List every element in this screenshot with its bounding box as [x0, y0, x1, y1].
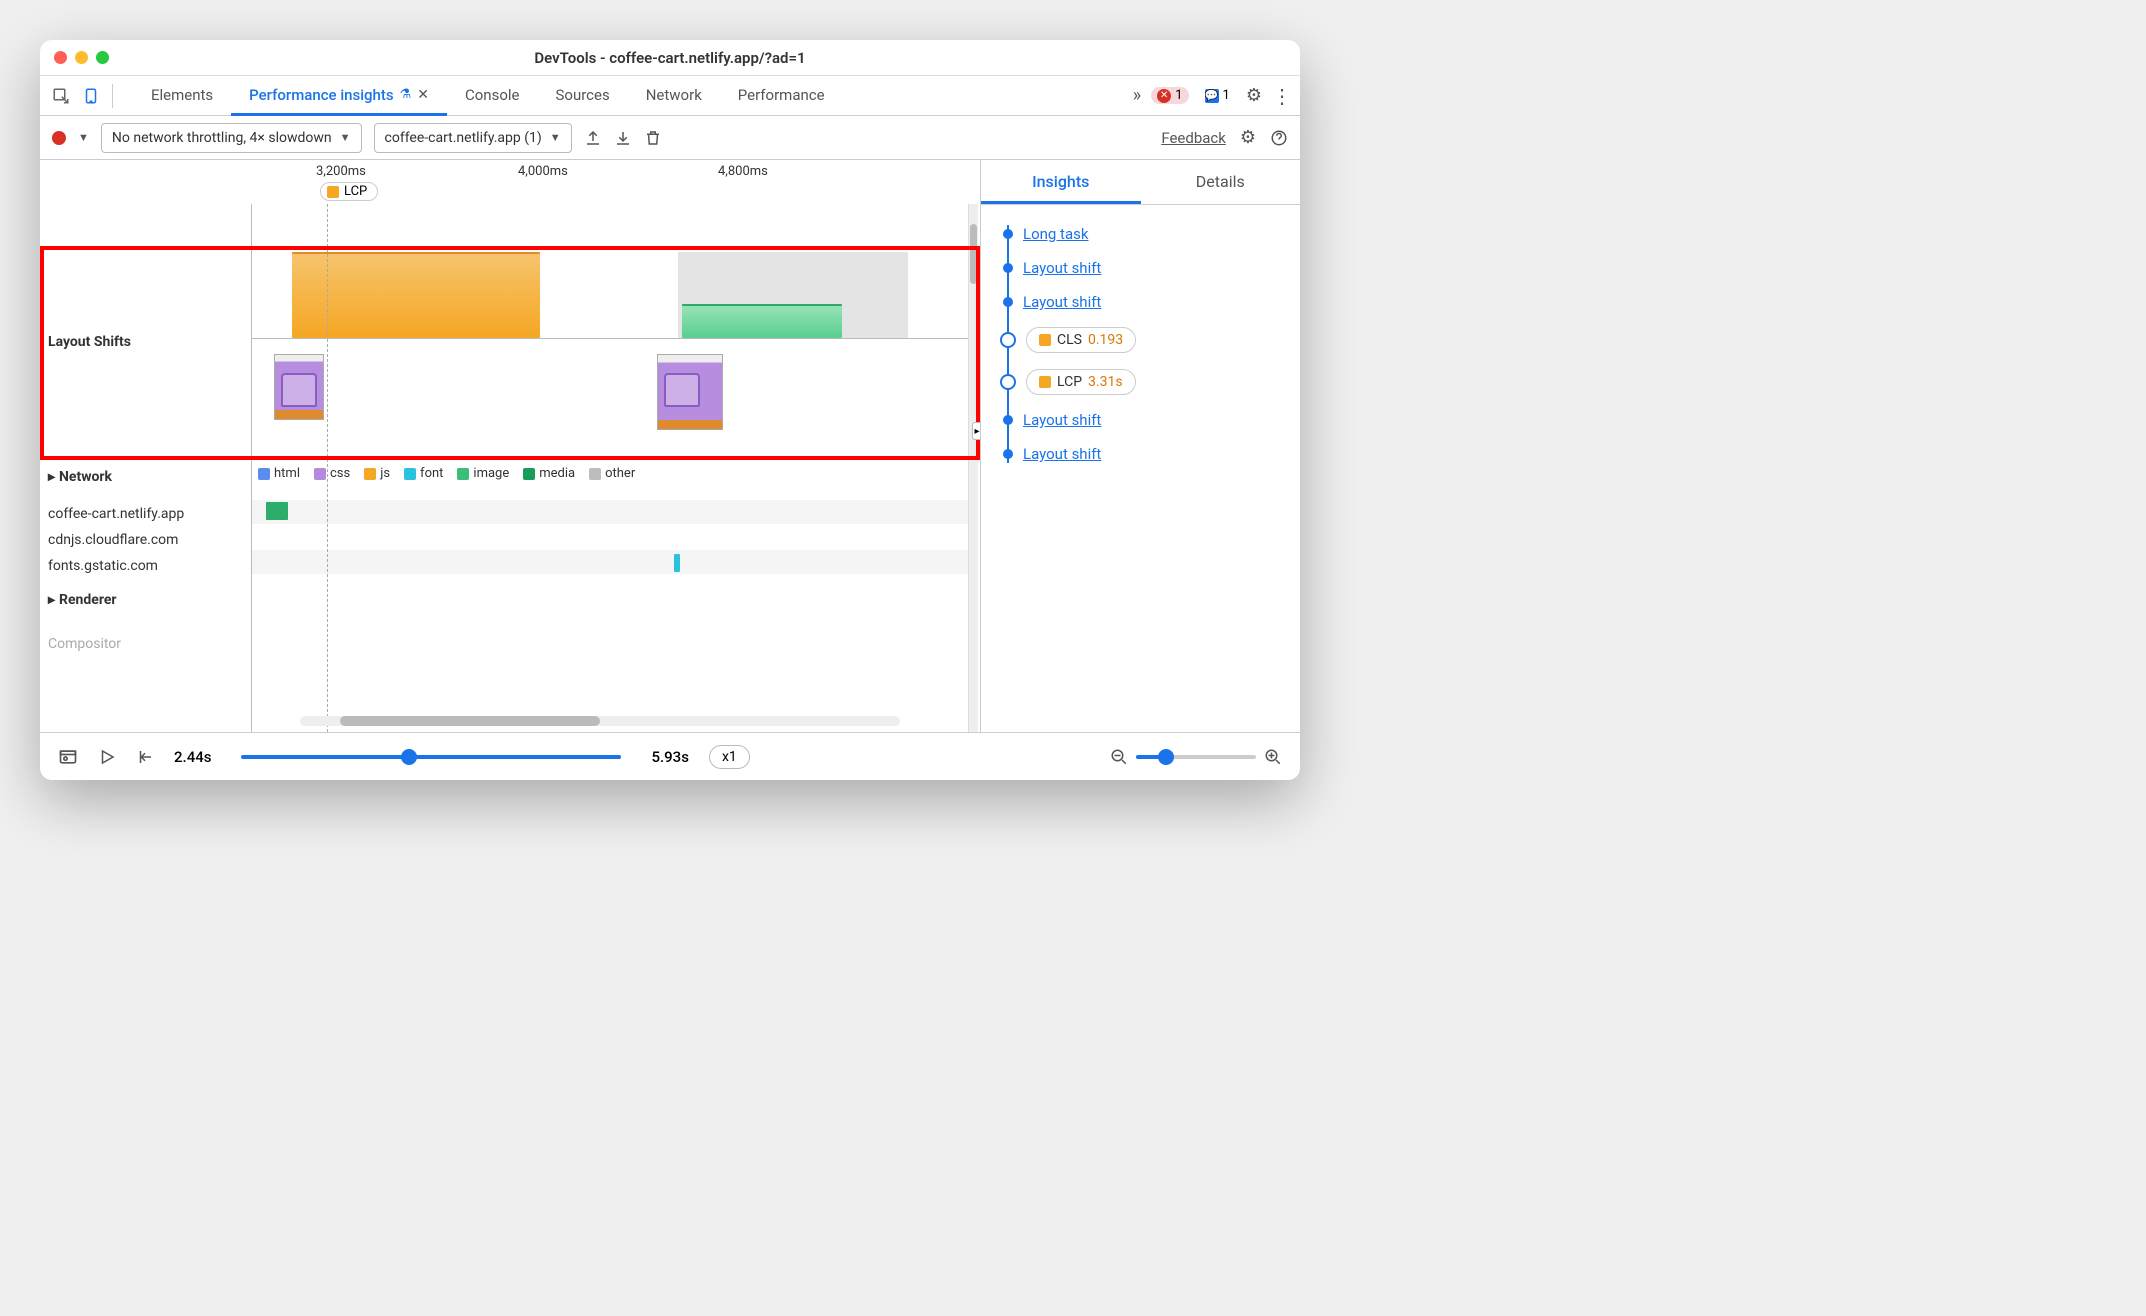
- zoom-slider[interactable]: [1136, 755, 1256, 759]
- throttle-select[interactable]: No network throttling, 4× slowdown▼: [101, 123, 362, 153]
- time-slider[interactable]: [241, 755, 621, 759]
- cls-swatch: [1039, 334, 1051, 346]
- layout-shift-thumb[interactable]: [657, 354, 723, 430]
- bottom-controls: 2.44s 5.93s x1: [40, 732, 1300, 780]
- playhead[interactable]: [327, 204, 328, 732]
- legend-swatch-other: [589, 468, 601, 480]
- insight-item[interactable]: Layout shift: [1001, 403, 1300, 437]
- tab-performance-insights[interactable]: Performance insights ⚗ ✕: [231, 76, 447, 116]
- tab-performance[interactable]: Performance: [720, 76, 843, 116]
- titlebar: DevTools - coffee-cart.netlify.app/?ad=1: [40, 40, 1300, 76]
- insights-panel: Insights Details Long task Layout shift …: [980, 160, 1300, 732]
- insights-list: Long task Layout shift Layout shift CLS …: [981, 205, 1300, 732]
- tab-network[interactable]: Network: [628, 76, 720, 116]
- feedback-link[interactable]: Feedback: [1161, 129, 1226, 147]
- net-row-bg: [252, 550, 968, 574]
- tab-console[interactable]: Console: [447, 76, 538, 116]
- timeline-area: 3,200ms 4,000ms 4,800ms LCP Layout Shift…: [40, 160, 980, 732]
- network-bar-font[interactable]: [674, 554, 680, 572]
- legend-swatch-image: [457, 468, 469, 480]
- ruler-tick: 4,800ms: [718, 164, 768, 179]
- gear-icon[interactable]: ⚙: [1246, 85, 1262, 106]
- record-options-caret[interactable]: ▼: [78, 131, 89, 144]
- close-tab-icon[interactable]: ✕: [417, 87, 429, 103]
- inspect-icon[interactable]: [48, 83, 74, 109]
- import-icon[interactable]: [614, 129, 632, 147]
- record-button[interactable]: [52, 131, 66, 145]
- window-title: DevTools - coffee-cart.netlify.app/?ad=1: [40, 49, 1300, 67]
- tab-sources[interactable]: Sources: [537, 76, 627, 116]
- row-label-compositor[interactable]: Compositor: [48, 636, 121, 652]
- legend-swatch-html: [258, 468, 270, 480]
- insight-cls[interactable]: CLS 0.193: [1001, 319, 1300, 361]
- tabbar-right: » ✕1 💬1 ⚙ ⋮: [1133, 84, 1292, 108]
- green-block-2[interactable]: [682, 304, 842, 338]
- insight-item[interactable]: Layout shift: [1001, 285, 1300, 319]
- device-toggle-icon[interactable]: [78, 83, 104, 109]
- speed-pill[interactable]: x1: [709, 745, 750, 769]
- horizontal-scrollbar[interactable]: [300, 716, 900, 726]
- legend-swatch-css: [314, 468, 326, 480]
- lcp-marker[interactable]: LCP: [320, 182, 378, 201]
- time-start: 2.44s: [174, 748, 211, 766]
- time-end: 5.93s: [651, 748, 688, 766]
- insights-toolbar: ▼ No network throttling, 4× slowdown▼ co…: [40, 116, 1300, 160]
- legend-swatch-js: [364, 468, 376, 480]
- panel-settings-icon[interactable]: ⚙: [1240, 127, 1256, 148]
- insights-tabs: Insights Details: [981, 160, 1300, 205]
- tab-details[interactable]: Details: [1141, 160, 1301, 204]
- devtools-window: DevTools - coffee-cart.netlify.app/?ad=1…: [40, 40, 1300, 780]
- net-row-bg: [252, 500, 968, 524]
- legend-swatch-font: [404, 468, 416, 480]
- help-icon[interactable]: [1270, 129, 1288, 147]
- vertical-scrollbar[interactable]: [968, 204, 978, 732]
- recording-select[interactable]: coffee-cart.netlify.app (1)▼: [374, 123, 572, 153]
- row-label-network[interactable]: ▸Network: [48, 469, 112, 485]
- play-icon[interactable]: [98, 748, 116, 766]
- network-host: coffee-cart.netlify.app: [48, 506, 184, 522]
- divider: [252, 338, 968, 339]
- layout-shift-thumb[interactable]: [274, 354, 324, 420]
- row-label-layoutshifts: Layout Shifts: [48, 334, 131, 350]
- ruler-tick: 3,200ms: [316, 164, 366, 179]
- tracks: Layout Shifts ▸Network coffee-cart.netli…: [40, 204, 980, 732]
- flask-icon: ⚗: [400, 87, 412, 102]
- row-label-renderer[interactable]: ▸Renderer: [48, 592, 117, 608]
- devtools-tabbar: Elements Performance insights ⚗ ✕ Consol…: [40, 76, 1300, 116]
- tab-elements[interactable]: Elements: [133, 76, 231, 116]
- divider: [112, 84, 113, 108]
- zoom-in-icon[interactable]: [1264, 748, 1282, 766]
- insight-lcp[interactable]: LCP 3.31s: [1001, 361, 1300, 403]
- more-tabs-icon[interactable]: »: [1133, 85, 1141, 106]
- tab-list: Elements Performance insights ⚗ ✕ Consol…: [133, 76, 843, 116]
- panel-collapse-toggle[interactable]: ▸: [972, 422, 980, 440]
- lcp-color-swatch: [327, 186, 339, 198]
- tab-insights[interactable]: Insights: [981, 160, 1141, 204]
- insight-item[interactable]: Layout shift: [1001, 251, 1300, 285]
- row-labels: Layout Shifts ▸Network coffee-cart.netli…: [40, 204, 252, 732]
- kebab-icon[interactable]: ⋮: [1272, 84, 1292, 108]
- main-split: 3,200ms 4,000ms 4,800ms LCP Layout Shift…: [40, 160, 1300, 732]
- time-ruler: 3,200ms 4,000ms 4,800ms LCP: [40, 160, 980, 204]
- network-host: cdnjs.cloudflare.com: [48, 532, 178, 548]
- delete-icon[interactable]: [644, 129, 662, 147]
- screenshot-toggle-icon[interactable]: [58, 747, 78, 767]
- message-badge[interactable]: 💬1: [1199, 87, 1236, 104]
- insight-item[interactable]: Long task: [1001, 217, 1300, 251]
- go-to-start-icon[interactable]: [136, 748, 154, 766]
- network-legend: html css js font image media other: [258, 466, 635, 481]
- network-bar-overlay: [266, 502, 288, 520]
- error-badge[interactable]: ✕1: [1151, 87, 1188, 104]
- zoom-out-icon[interactable]: [1110, 748, 1128, 766]
- ruler-tick: 4,000ms: [518, 164, 568, 179]
- lcp-block[interactable]: [292, 252, 540, 338]
- track-canvas[interactable]: html css js font image media other: [252, 204, 968, 732]
- lcp-swatch: [1039, 376, 1051, 388]
- insight-item[interactable]: Layout shift: [1001, 437, 1300, 471]
- network-host: fonts.gstatic.com: [48, 558, 158, 574]
- export-icon[interactable]: [584, 129, 602, 147]
- legend-swatch-media: [523, 468, 535, 480]
- zoom-controls: [1110, 748, 1282, 766]
